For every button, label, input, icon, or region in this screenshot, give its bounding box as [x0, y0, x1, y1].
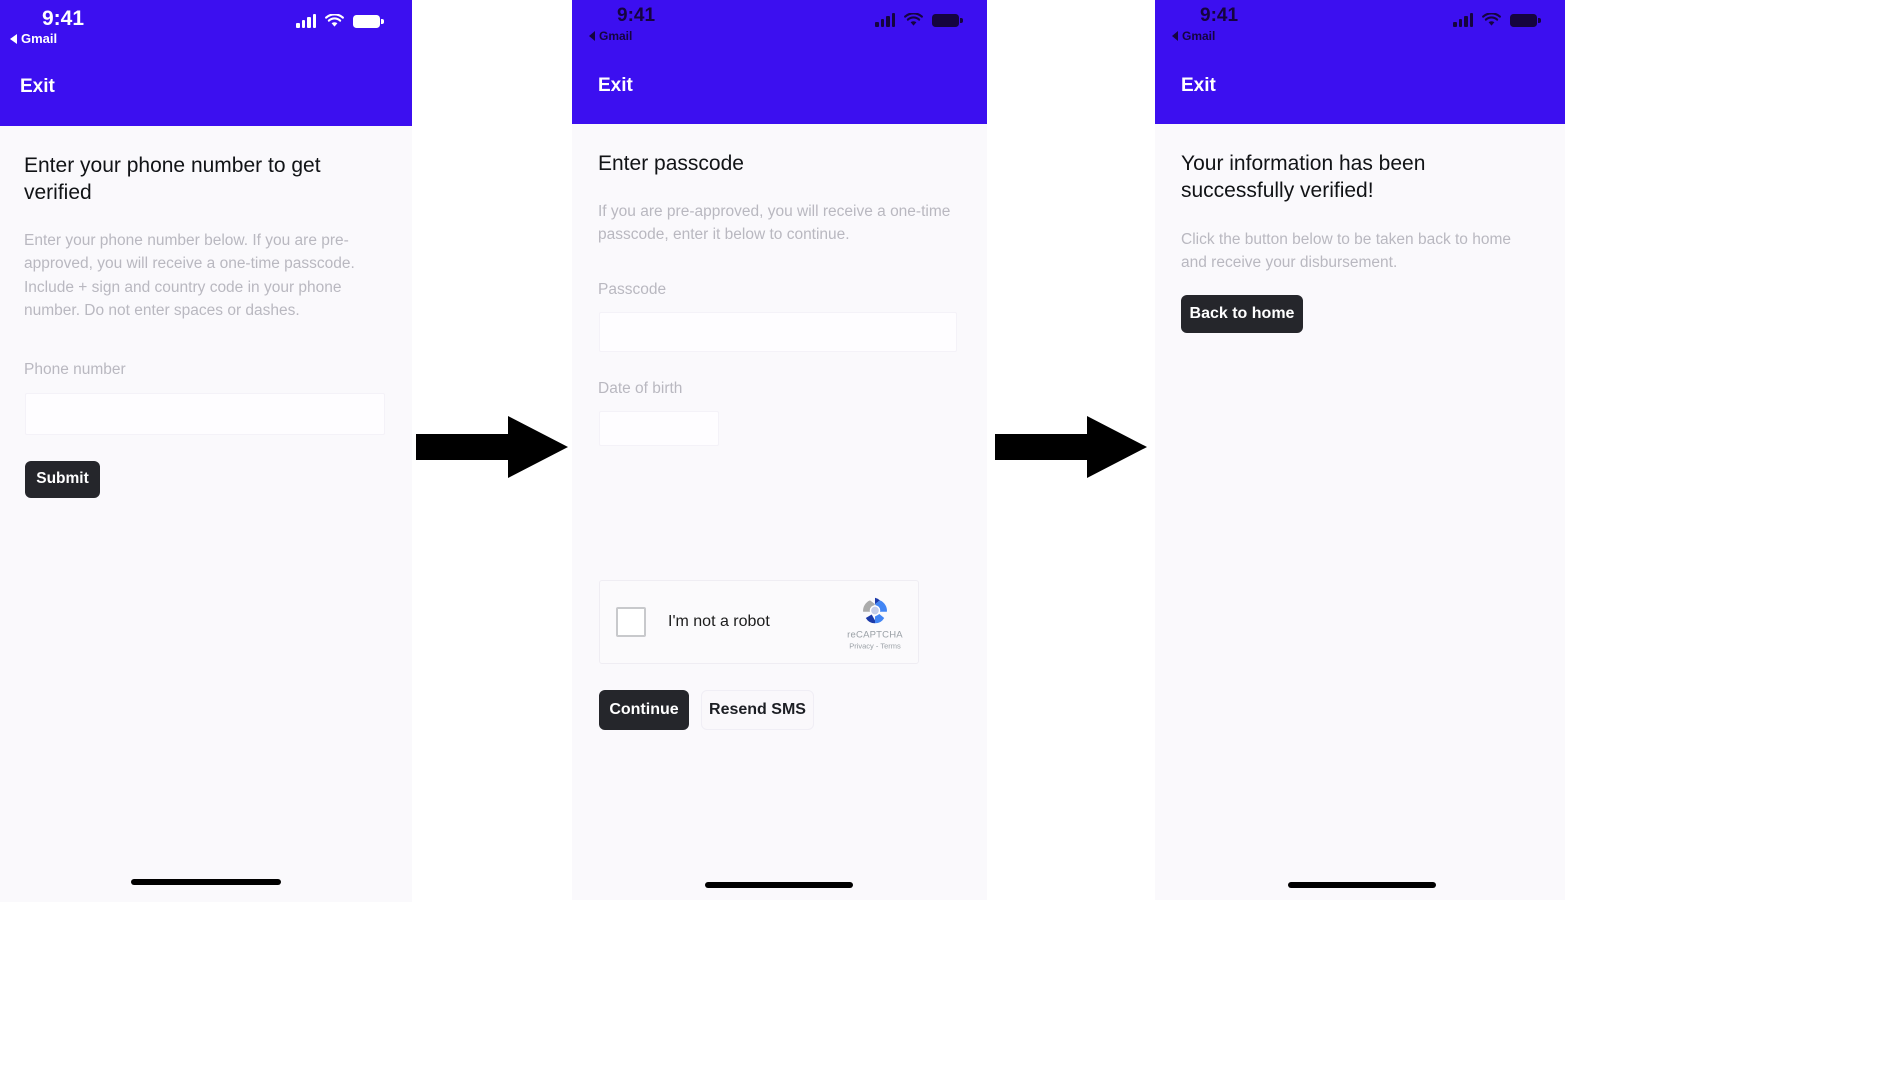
back-app-label: Gmail	[1182, 29, 1216, 43]
exit-button[interactable]: Exit	[598, 75, 633, 97]
recaptcha-label: I'm not a robot	[668, 613, 770, 630]
resend-sms-button[interactable]: Resend SMS	[701, 690, 814, 730]
home-indicator	[131, 879, 281, 885]
phone-2-action-row: Continue Resend SMS	[599, 690, 814, 730]
recaptcha-logo-icon	[863, 597, 887, 624]
page-title: Enter passcode	[598, 152, 744, 175]
passcode-label: Passcode	[598, 280, 667, 298]
status-indicators	[296, 13, 384, 28]
recaptcha-checkbox[interactable]	[616, 607, 646, 637]
phone-3-status-bar: 9:41 Gmail	[1155, 0, 1565, 52]
phone-3-header: 9:41 Gmail Exit	[1155, 0, 1565, 124]
phone-2-header: 9:41 Gmail Exit	[572, 0, 987, 124]
page-description: If you are pre-approved, you will receiv…	[598, 202, 951, 244]
back-app-label: Gmail	[599, 29, 633, 43]
wifi-icon	[904, 12, 923, 27]
back-app-label: Gmail	[21, 31, 58, 46]
phone-number-label: Phone number	[24, 360, 126, 378]
phone-3-body: 9:41 Gmail Exit Your information has bee…	[1155, 0, 1565, 900]
back-triangle-icon	[10, 33, 17, 44]
status-time: 9:41	[42, 7, 85, 30]
page-title: Your information has been successfully v…	[1181, 152, 1426, 202]
signal-bars-icon	[875, 13, 895, 27]
status-back-to-gmail[interactable]: Gmail	[1172, 29, 1215, 43]
status-time: 9:41	[617, 5, 656, 26]
passcode-input[interactable]	[599, 311, 957, 352]
wifi-icon	[1482, 12, 1501, 27]
wifi-icon	[325, 13, 344, 28]
phone-2-status-bar: 9:41 Gmail	[572, 0, 987, 52]
phone-number-input[interactable]	[25, 392, 385, 435]
arrow-step-1-to-2	[416, 416, 568, 483]
phone-1-content: Enter your phone number to get verified …	[0, 126, 412, 498]
recaptcha-brand-name: reCAPTCHA	[847, 629, 903, 641]
page-description: Enter your phone number below. If you ar…	[24, 231, 355, 320]
continue-button[interactable]: Continue	[599, 690, 689, 730]
back-to-home-button[interactable]: Back to home	[1181, 294, 1303, 333]
arrow-step-2-to-3	[995, 416, 1147, 483]
date-of-birth-input[interactable]	[599, 410, 719, 446]
battery-icon	[1510, 13, 1541, 27]
exit-button[interactable]: Exit	[1181, 75, 1216, 97]
status-back-to-gmail[interactable]: Gmail	[10, 31, 57, 46]
status-indicators	[1453, 12, 1541, 27]
exit-button[interactable]: Exit	[20, 76, 55, 98]
phone-3-content: Your information has been successfully v…	[1155, 124, 1565, 333]
home-indicator	[705, 882, 853, 888]
submit-button[interactable]: Submit	[25, 460, 100, 498]
phone-1-status-bar: 9:41 Gmail	[0, 0, 412, 52]
back-triangle-icon	[1172, 31, 1178, 41]
battery-icon	[353, 14, 384, 28]
phone-screen-enter-passcode: 9:41 Gmail Exit Enter passcode If you ar…	[572, 0, 987, 900]
phone-1-header: 9:41 Gmail Exit	[0, 0, 412, 126]
page-title: Enter your phone number to get verified	[24, 154, 321, 204]
signal-bars-icon	[1453, 13, 1473, 27]
screenshot-stage: 9:41 Gmail Exit Enter your phone number …	[0, 0, 1882, 1077]
page-description: Click the button below to be taken back …	[1181, 230, 1512, 272]
recaptcha-widget[interactable]: I'm not a robot reCAPTCHA Privacy - Term…	[599, 580, 919, 664]
recaptcha-branding: reCAPTCHA Privacy - Terms	[842, 594, 908, 651]
home-indicator	[1288, 882, 1436, 888]
recaptcha-legal-links[interactable]: Privacy - Terms	[849, 642, 901, 651]
back-triangle-icon	[589, 31, 595, 41]
date-of-birth-label: Date of birth	[598, 379, 683, 397]
status-indicators	[875, 12, 963, 27]
signal-bars-icon	[296, 14, 316, 28]
phone-screen-verified: 9:41 Gmail Exit Your information has bee…	[1155, 0, 1565, 900]
status-time: 9:41	[1200, 5, 1239, 26]
phone-1-body: 9:41 Gmail Exit Enter your phone number …	[0, 0, 412, 902]
phone-2-content: Enter passcode If you are pre-approved, …	[572, 124, 987, 446]
status-back-to-gmail[interactable]: Gmail	[589, 29, 632, 43]
battery-icon	[932, 13, 963, 27]
phone-2-body: 9:41 Gmail Exit Enter passcode If you ar…	[572, 0, 987, 900]
phone-screen-enter-phone-number: 9:41 Gmail Exit Enter your phone number …	[0, 0, 412, 902]
